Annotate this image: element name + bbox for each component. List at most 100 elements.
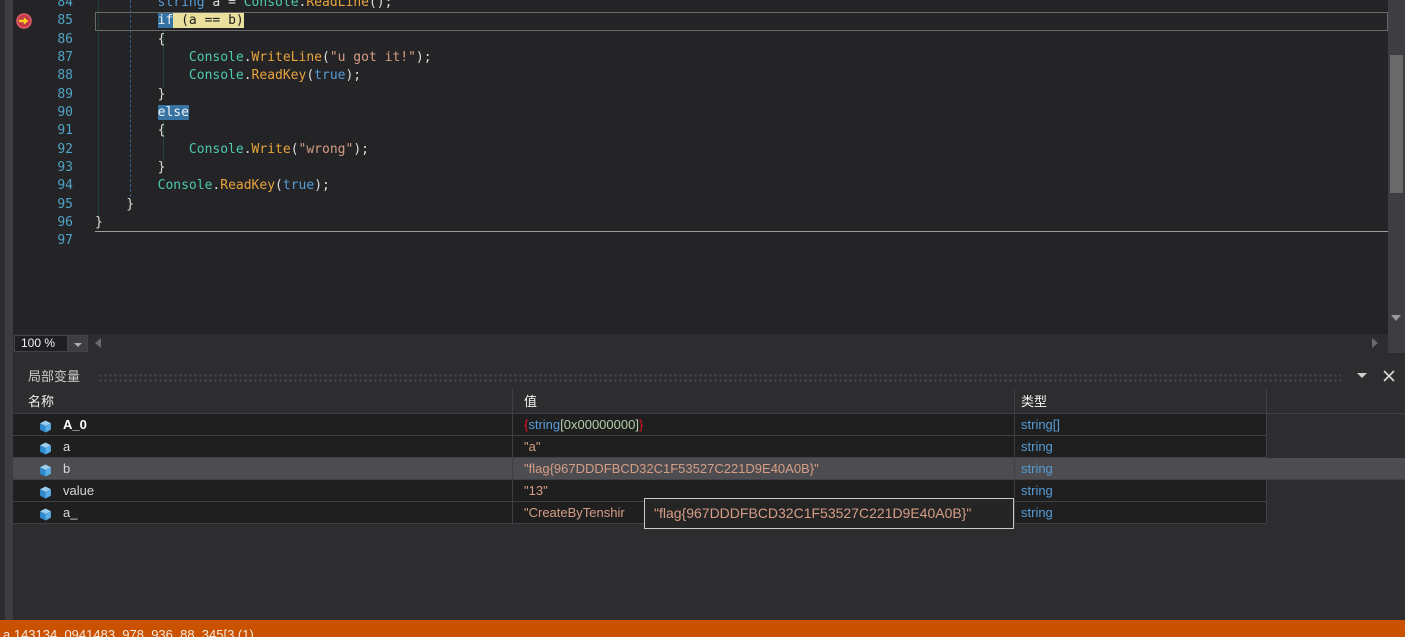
column-separator [1014, 480, 1015, 501]
column-separator [1014, 502, 1015, 523]
code-text: { [95, 31, 166, 47]
variable-type: string [1021, 461, 1053, 476]
code-text: if (a == b) [95, 12, 1388, 31]
code-line-94[interactable]: 94 Console.ReadKey(true); [13, 177, 1388, 195]
code-line-96[interactable]: 96} [13, 214, 1388, 233]
column-separator [1014, 436, 1015, 457]
column-header-type[interactable]: 类型 [1021, 389, 1047, 414]
line-number: 91 [57, 123, 73, 139]
line-number: 95 [57, 196, 73, 212]
locals-row-a[interactable]: a "a" string [13, 436, 1267, 458]
line-number: 88 [57, 68, 73, 84]
code-line-87[interactable]: 87 Console.WriteLine("u got it!"); [13, 49, 1388, 67]
status-bar: a 143134, 0941483, 978, 936, 88, 345[3 (… [0, 620, 1405, 637]
scroll-down-arrow-icon[interactable] [1391, 315, 1401, 321]
column-separator [512, 458, 513, 479]
variable-name: a_ [63, 505, 78, 520]
column-separator [512, 502, 513, 523]
code-line-97[interactable]: 97 [13, 232, 1388, 250]
variable-type: string[] [1021, 417, 1061, 432]
variable-type: string [1021, 483, 1053, 498]
vertical-scrollbar[interactable] [1388, 0, 1405, 334]
locals-panel: 局部变量 名称 值 类型 A_0 {string[0x00000000]} stri… [13, 362, 1405, 620]
column-separator [512, 414, 513, 435]
variable-icon [39, 506, 52, 527]
line-number: 90 [57, 104, 73, 120]
locals-row-a_[interactable]: a_ "CreateByTenshir string [13, 502, 1267, 524]
panel-close-icon[interactable] [1383, 369, 1395, 382]
line-number: 97 [57, 233, 73, 249]
code-line-93[interactable]: 93 } [13, 159, 1388, 177]
column-separator[interactable] [1266, 389, 1267, 413]
locals-row-value[interactable]: value "13" string [13, 480, 1267, 502]
zoom-level-select[interactable]: 100 % [14, 335, 68, 352]
column-header-name[interactable]: 名称 [28, 389, 54, 414]
zoom-dropdown-button[interactable] [68, 335, 88, 352]
variable-value: "13" [524, 483, 548, 498]
debugger-window: 84 string a = Console.ReadLine(); 85 if (… [0, 0, 1405, 637]
line-number: 96 [57, 214, 73, 230]
column-separator [512, 436, 513, 457]
line-number: 86 [57, 31, 73, 47]
locals-row-b[interactable]: b "flag{967DDDFBCD32C1F53527C221D9E40A0B}… [13, 458, 1405, 480]
variable-value: "a" [524, 439, 541, 454]
column-separator [1014, 414, 1015, 435]
column-separator[interactable] [1014, 389, 1015, 413]
value-tooltip: "flag{967DDDFBCD32C1F53527C221D9E40A0B}" [644, 498, 1014, 529]
locals-table-header: 名称 值 类型 [13, 389, 1405, 414]
variable-type: string [1021, 505, 1053, 520]
scrollbar-corner [1388, 334, 1405, 353]
line-number: 92 [57, 141, 73, 157]
code-line-89[interactable]: 89 } [13, 86, 1388, 104]
scroll-left-arrow-icon[interactable] [95, 338, 101, 348]
code-text: Console.Write("wrong"); [188, 141, 369, 157]
code-editor[interactable]: 84 string a = Console.ReadLine(); 85 if (… [13, 0, 1388, 334]
code-line-84[interactable]: 84 string a = Console.ReadLine(); [13, 0, 1388, 12]
code-line-88[interactable]: 88 Console.ReadKey(true); [13, 67, 1388, 85]
panel-menu-chevron-icon[interactable] [1357, 373, 1367, 378]
code-text: { [95, 123, 166, 139]
panel-drag-grip[interactable] [98, 373, 1341, 382]
code-line-95[interactable]: 95 } [13, 196, 1388, 214]
column-separator [1014, 458, 1015, 479]
editor-bottom-bar: 100 % [13, 334, 1388, 353]
locals-panel-titlebar[interactable]: 局部变量 [13, 362, 1405, 389]
variable-type: string [1021, 439, 1053, 454]
code-line-92[interactable]: 92 Console.Write("wrong"); [13, 141, 1388, 159]
line-number: 93 [57, 159, 73, 175]
code-text: } [95, 214, 1388, 233]
locals-panel-title: 局部变量 [28, 369, 81, 384]
variable-name: value [63, 483, 95, 498]
code-lines: 84 string a = Console.ReadLine(); 85 if (… [13, 0, 1388, 251]
code-text: else [157, 104, 189, 120]
code-line-86[interactable]: 86 { [13, 31, 1388, 49]
line-number: 89 [57, 86, 73, 102]
variable-name: b [63, 461, 71, 476]
window-edge-strip [5, 0, 13, 620]
code-line-91[interactable]: 91 { [13, 122, 1388, 140]
variable-value: "flag{967DDDFBCD32C1F53527C221D9E40A0B}" [524, 461, 819, 476]
code-text: Console.ReadKey(true); [157, 178, 330, 194]
code-line-90[interactable]: 90 else [13, 104, 1388, 122]
line-number: 84 [57, 0, 73, 10]
code-text: string a = Console.ReadLine(); [157, 0, 393, 10]
code-text: Console.WriteLine("u got it!"); [188, 49, 432, 65]
variable-name: A_0 [63, 417, 87, 432]
column-separator[interactable] [512, 389, 513, 413]
column-separator [512, 480, 513, 501]
code-text: } [95, 86, 166, 102]
breakpoint-current-statement-icon[interactable] [16, 13, 32, 29]
code-text: } [95, 196, 135, 212]
chevron-down-icon [74, 343, 82, 347]
status-bar-text: a 143134, 0941483, 978, 936, 88, 345[3 (… [3, 627, 254, 637]
vertical-scrollbar-thumb[interactable] [1390, 55, 1403, 193]
scroll-right-arrow-icon[interactable] [1372, 338, 1378, 348]
variable-value: {string[0x00000000]} [524, 417, 644, 432]
code-line-85[interactable]: 85 if (a == b) [13, 12, 1388, 31]
code-text: } [95, 159, 166, 175]
line-number: 87 [57, 49, 73, 65]
variable-value: "CreateByTenshir [524, 505, 625, 520]
locals-row-A_0[interactable]: A_0 {string[0x00000000]} string[] [13, 414, 1267, 436]
column-header-value[interactable]: 值 [524, 389, 537, 414]
line-number: 94 [57, 178, 73, 194]
